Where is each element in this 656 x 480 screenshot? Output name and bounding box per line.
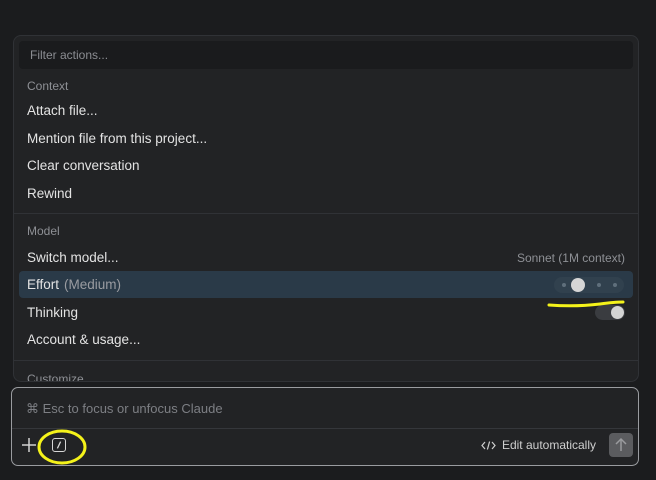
current-model-value: Sonnet (1M context) [516, 250, 625, 265]
effort-step-dot [613, 283, 617, 287]
menu-item-rewind[interactable]: Rewind [19, 180, 633, 207]
menu-item-label: Mention file from this project... [27, 131, 208, 146]
menu-item-label: Switch model... [27, 250, 119, 265]
edit-mode-button[interactable]: Edit automatically [481, 438, 596, 452]
plus-icon[interactable] [21, 437, 37, 453]
code-icon [481, 440, 496, 450]
menu-item-attach-file[interactable]: Attach file... [19, 97, 633, 124]
section-divider [14, 360, 638, 361]
menu-item-label: Attach file... [27, 103, 98, 118]
chat-input-area: ⌘ Esc to focus or unfocus Claude Edit au… [11, 387, 639, 466]
menu-item-clear-conversation[interactable]: Clear conversation [19, 152, 633, 179]
menu-item-mention-file[interactable]: Mention file from this project... [19, 125, 633, 152]
filter-actions-placeholder: Filter actions... [30, 48, 109, 62]
effort-step-dot [562, 283, 566, 287]
effort-slider[interactable] [554, 277, 624, 293]
thinking-toggle[interactable] [595, 305, 625, 320]
menu-item-label: Account & usage... [27, 332, 141, 347]
effort-level-text: (Medium) [64, 277, 122, 292]
edit-mode-label: Edit automatically [501, 438, 596, 452]
menu-item-account-usage[interactable]: Account & usage... [19, 326, 633, 353]
arrow-up-icon [615, 437, 627, 451]
prompt-input[interactable]: ⌘ Esc to focus or unfocus Claude [26, 401, 223, 417]
toggle-knob [611, 306, 624, 319]
input-divider [12, 428, 638, 429]
menu-item-label: Clear conversation [27, 158, 140, 173]
section-label-customize: Customize [27, 372, 84, 382]
section-divider [14, 213, 638, 214]
effort-step-dot [597, 283, 601, 287]
send-button[interactable] [609, 433, 633, 457]
section-label-context: Context [27, 79, 69, 93]
menu-item-switch-model[interactable]: Switch model... Sonnet (1M context) [19, 244, 633, 271]
filter-actions-input[interactable]: Filter actions... [19, 41, 633, 69]
slash-command-icon[interactable] [52, 438, 66, 452]
menu-item-effort[interactable]: Effort (Medium) [19, 271, 633, 298]
menu-item-label: Rewind [27, 186, 73, 201]
effort-slider-knob[interactable] [571, 278, 585, 292]
command-palette: Filter actions... Context Attach file...… [13, 35, 639, 382]
menu-item-thinking[interactable]: Thinking [19, 299, 633, 326]
section-label-model: Model [27, 224, 60, 238]
menu-item-label: Effort [27, 277, 60, 292]
menu-item-label: Thinking [27, 305, 79, 320]
